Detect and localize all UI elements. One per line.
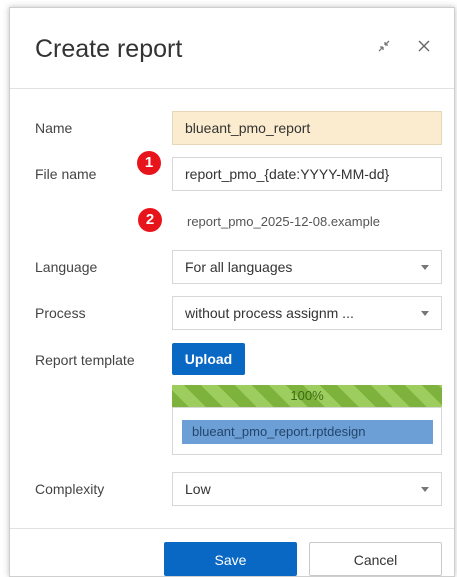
chevron-down-icon [421, 487, 429, 492]
upload-button[interactable]: Upload [172, 343, 245, 375]
dialog-footer: Save Cancel [10, 528, 454, 576]
create-report-dialog: Create report Name blueant_pmo_report Fi… [9, 7, 455, 577]
process-select-value: without process assignm ... [185, 305, 354, 321]
name-input[interactable]: blueant_pmo_report [172, 111, 442, 145]
name-label: Name [35, 120, 73, 136]
language-select[interactable]: For all languages [172, 250, 442, 284]
complexity-select[interactable]: Low [172, 472, 442, 506]
collapse-arrows-svg [378, 40, 390, 52]
filename-preview: report_pmo_2025-12-08.example [187, 214, 380, 229]
uploaded-file-box: blueant_pmo_report.rptdesign [172, 407, 442, 455]
callout-badge-2: 2 [138, 208, 162, 232]
close-icon[interactable] [414, 38, 434, 58]
process-select[interactable]: without process assignm ... [172, 296, 442, 330]
language-select-value: For all languages [185, 259, 293, 275]
cancel-button[interactable]: Cancel [309, 542, 442, 576]
filename-label: File name [35, 166, 97, 182]
report-template-label: Report template [35, 352, 135, 368]
filename-input[interactable]: report_pmo_{date:YYYY-MM-dd} [172, 157, 442, 191]
chevron-down-icon [421, 311, 429, 316]
process-label: Process [35, 305, 86, 321]
uploaded-file-chip[interactable]: blueant_pmo_report.rptdesign [182, 420, 433, 444]
save-button[interactable]: Save [164, 542, 297, 576]
callout-badge-1: 1 [137, 151, 161, 175]
collapse-arrows-icon[interactable] [374, 38, 394, 58]
upload-progress-bar: 100% [172, 385, 442, 407]
dialog-header: Create report [10, 8, 454, 89]
complexity-label: Complexity [35, 481, 105, 497]
chevron-down-icon [421, 265, 429, 270]
complexity-select-value: Low [185, 481, 211, 497]
language-label: Language [35, 259, 98, 275]
dialog-title: Create report [35, 35, 183, 63]
close-svg [418, 40, 430, 52]
